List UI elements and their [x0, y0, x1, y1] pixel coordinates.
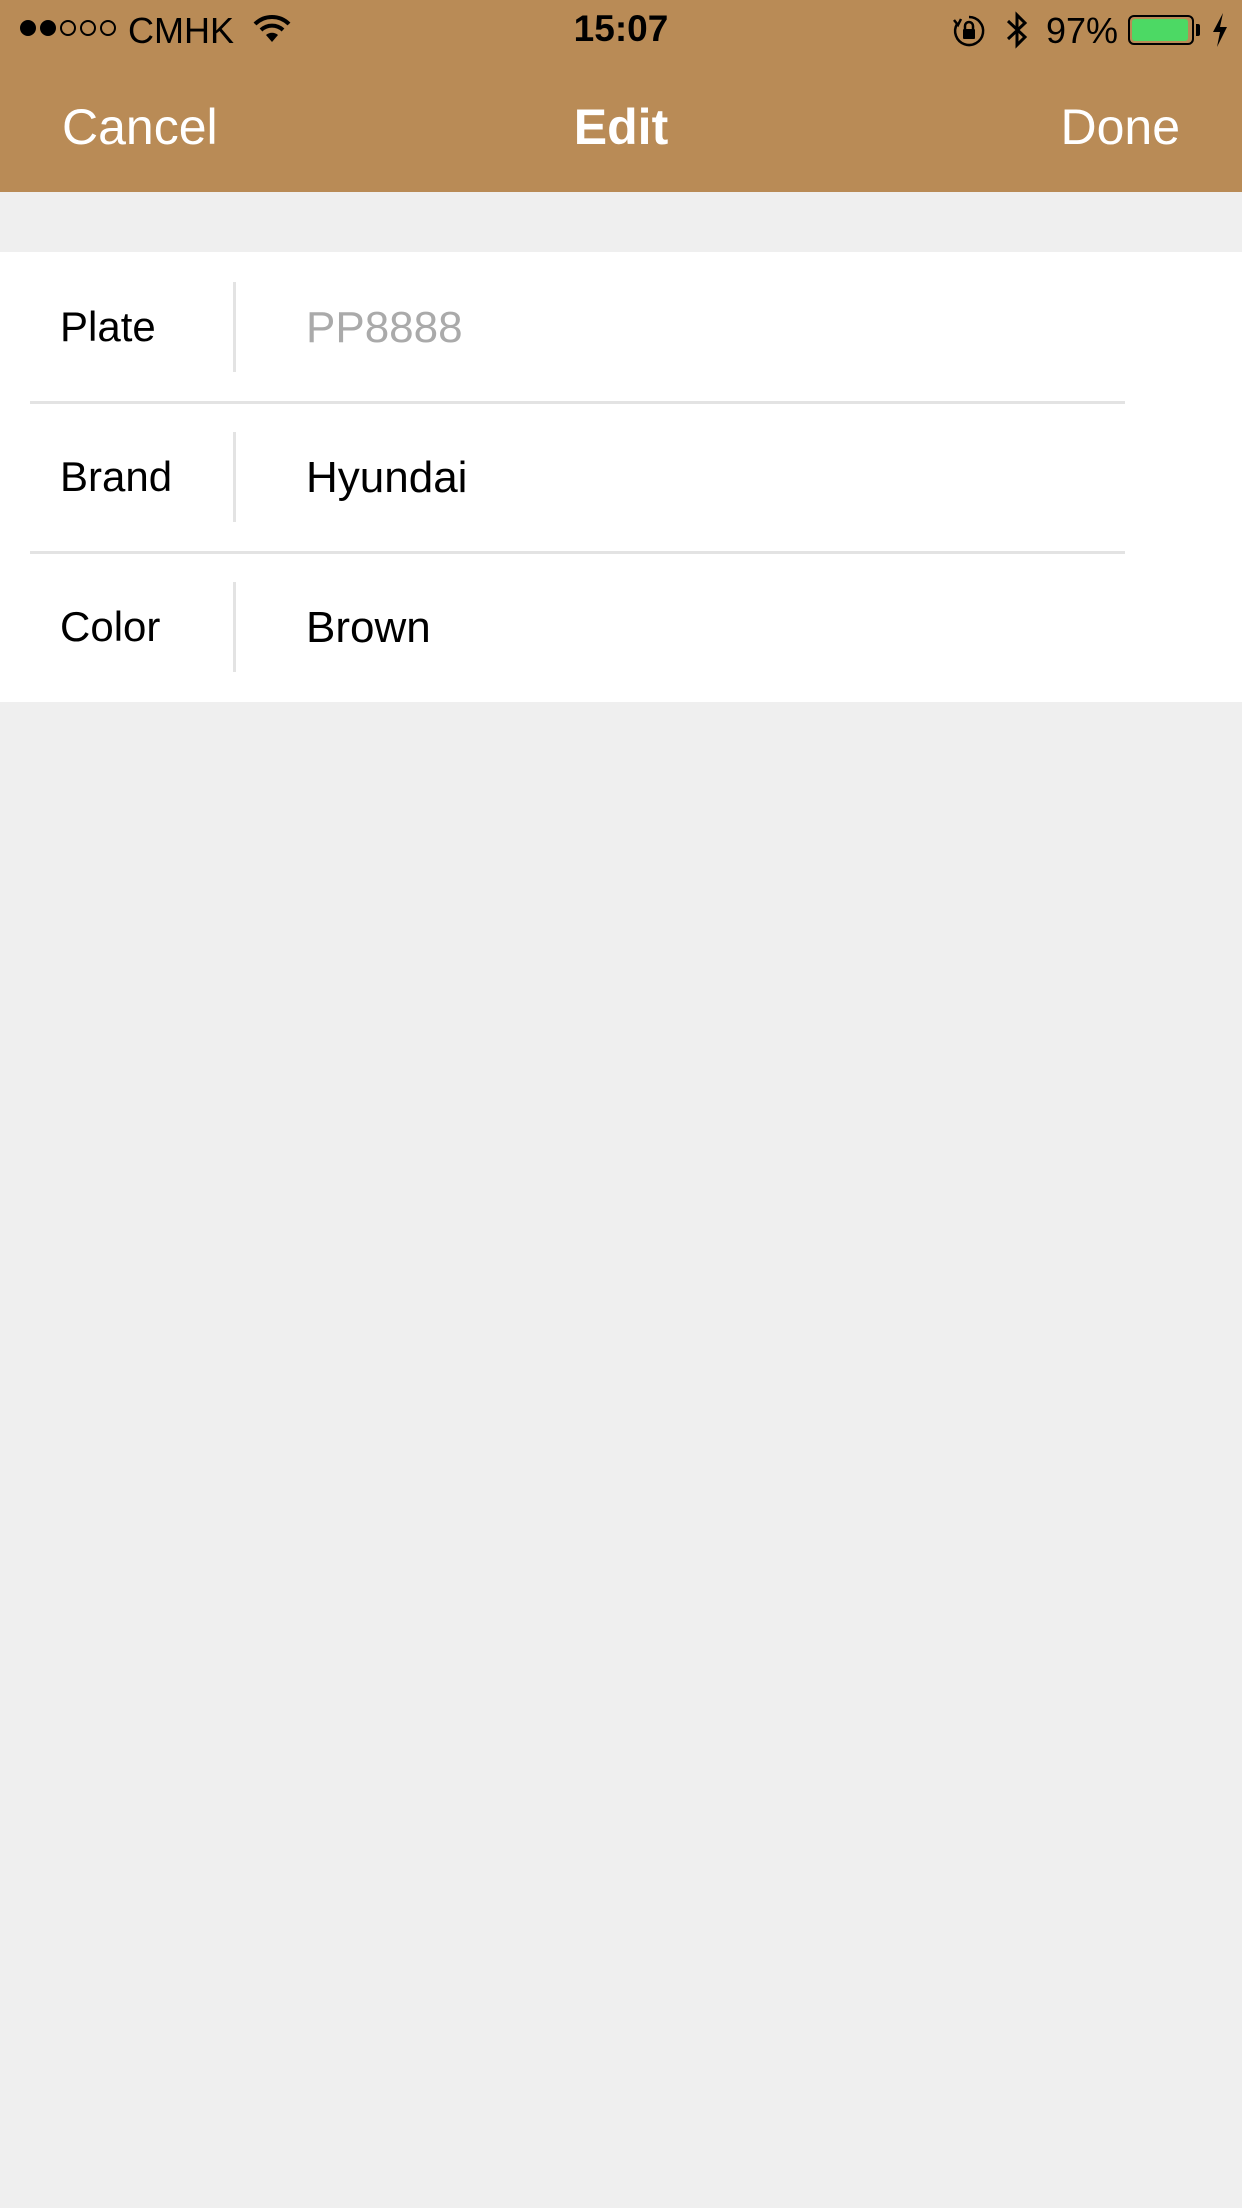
plate-input[interactable] — [306, 288, 1126, 368]
plate-label: Plate — [60, 303, 156, 350]
battery-level — [1132, 19, 1189, 41]
charging-bolt-icon — [1213, 13, 1227, 47]
page-title: Edit — [573, 99, 669, 155]
status-bar: CMHK 15:07 97% — [0, 0, 1242, 60]
battery-percent: 97% — [1046, 10, 1119, 51]
brand-input[interactable] — [306, 438, 1126, 518]
row-divider — [233, 282, 236, 372]
bluetooth-icon — [1006, 11, 1028, 49]
rotation-lock-icon — [953, 15, 985, 47]
battery-icon — [1128, 15, 1194, 45]
brand-label: Brand — [60, 453, 173, 500]
color-label: Color — [60, 603, 161, 650]
row-divider — [233, 582, 236, 672]
navigation-bar: Cancel Edit Done — [0, 60, 1242, 192]
row-divider — [233, 432, 236, 522]
color-row: Color — [0, 552, 1242, 702]
color-input[interactable] — [306, 588, 1126, 668]
top-bar: CMHK 15:07 97% Cancel Edit Done — [0, 0, 1242, 192]
done-button[interactable]: Done — [1060, 98, 1180, 156]
edit-form: Plate Brand Color — [0, 252, 1242, 702]
plate-row: Plate — [0, 252, 1242, 402]
brand-row: Brand — [0, 402, 1242, 552]
battery-nub — [1196, 24, 1200, 36]
